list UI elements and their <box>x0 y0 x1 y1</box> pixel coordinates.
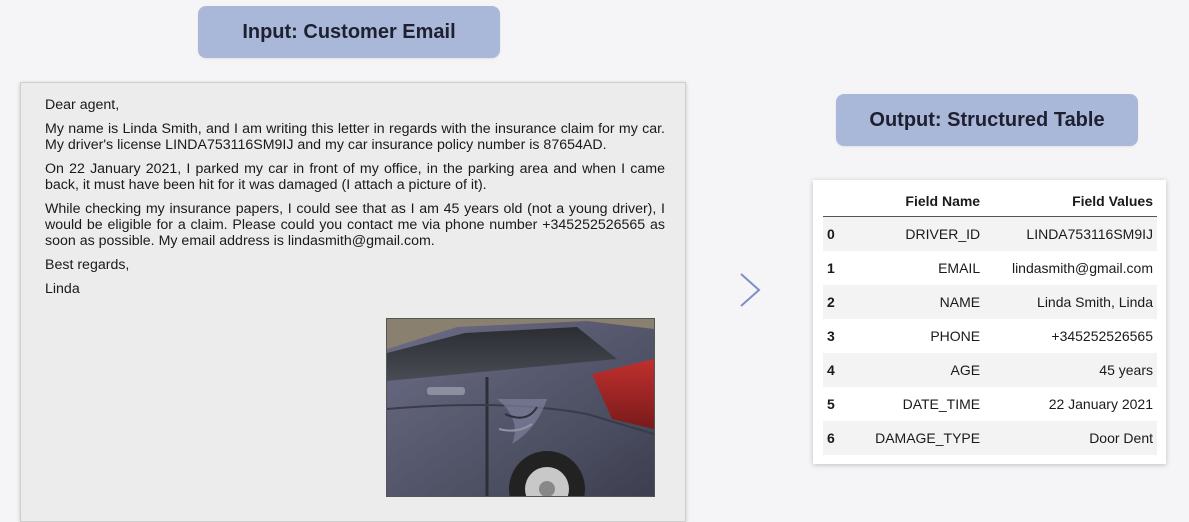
structured-table-card: Field Name Field Values 0 DRIVER_ID LIND… <box>813 180 1166 464</box>
customer-email-card: Dear agent, My name is Linda Smith, and … <box>20 82 686 522</box>
index-header <box>823 186 853 217</box>
email-greeting: Dear agent, <box>45 97 120 113</box>
field-name: AGE <box>950 362 981 378</box>
field-value: lindasmith@gmail.com <box>1011 260 1153 276</box>
table-row: 5 DATE_TIME 22 January 2021 <box>823 387 1157 421</box>
structured-table: Field Name Field Values 0 DRIVER_ID LIND… <box>823 186 1157 455</box>
email-signature: Linda <box>45 281 80 297</box>
table-header-row: Field Name Field Values <box>823 186 1157 217</box>
field-name: NAME <box>939 294 981 310</box>
field-name: DAMAGE_TYPE <box>875 430 981 446</box>
field-name: PHONE <box>930 328 981 344</box>
input-title-badge: Input: Customer Email <box>198 6 500 58</box>
field-name-header: Field Name <box>853 186 985 217</box>
car-image <box>387 319 654 496</box>
field-value: +345252526565 <box>1051 328 1153 344</box>
field-value: LINDA753116SM9IJ <box>1026 226 1153 242</box>
email-closing: Best regards, <box>45 257 130 273</box>
table-row: 3 PHONE +345252526565 <box>823 319 1157 353</box>
table-row: 2 NAME Linda Smith, Linda <box>823 285 1157 319</box>
table-row: 0 DRIVER_ID LINDA753116SM9IJ <box>823 216 1157 251</box>
email-body: Dear agent, My name is Linda Smith, and … <box>45 97 665 305</box>
row-index: 4 <box>827 362 835 378</box>
email-paragraph: On 22 January 2021, I parked my car in f… <box>45 161 665 193</box>
row-index: 3 <box>827 328 835 344</box>
output-title-badge: Output: Structured Table <box>836 94 1138 146</box>
email-paragraph: My name is Linda Smith, and I am writing… <box>45 121 665 153</box>
field-name: EMAIL <box>938 260 981 276</box>
field-value: Linda Smith, Linda <box>1037 294 1153 310</box>
row-index: 0 <box>827 226 835 242</box>
row-index: 2 <box>827 294 835 310</box>
table-row: 4 AGE 45 years <box>823 353 1157 387</box>
chevron-right-icon <box>740 273 761 307</box>
field-value: Door Dent <box>1089 430 1153 446</box>
damaged-car-photo <box>386 318 655 497</box>
table-row: 1 EMAIL lindasmith@gmail.com <box>823 251 1157 285</box>
field-values-header: Field Values <box>984 186 1157 217</box>
table-row: 6 DAMAGE_TYPE Door Dent <box>823 421 1157 455</box>
email-paragraph: While checking my insurance papers, I co… <box>45 201 665 249</box>
field-name: DATE_TIME <box>902 396 981 412</box>
field-value: 22 January 2021 <box>1048 396 1153 412</box>
field-value: 45 years <box>1099 362 1153 378</box>
row-index: 5 <box>827 396 835 412</box>
row-index: 1 <box>827 260 835 276</box>
row-index: 6 <box>827 430 835 446</box>
field-name: DRIVER_ID <box>905 226 981 242</box>
